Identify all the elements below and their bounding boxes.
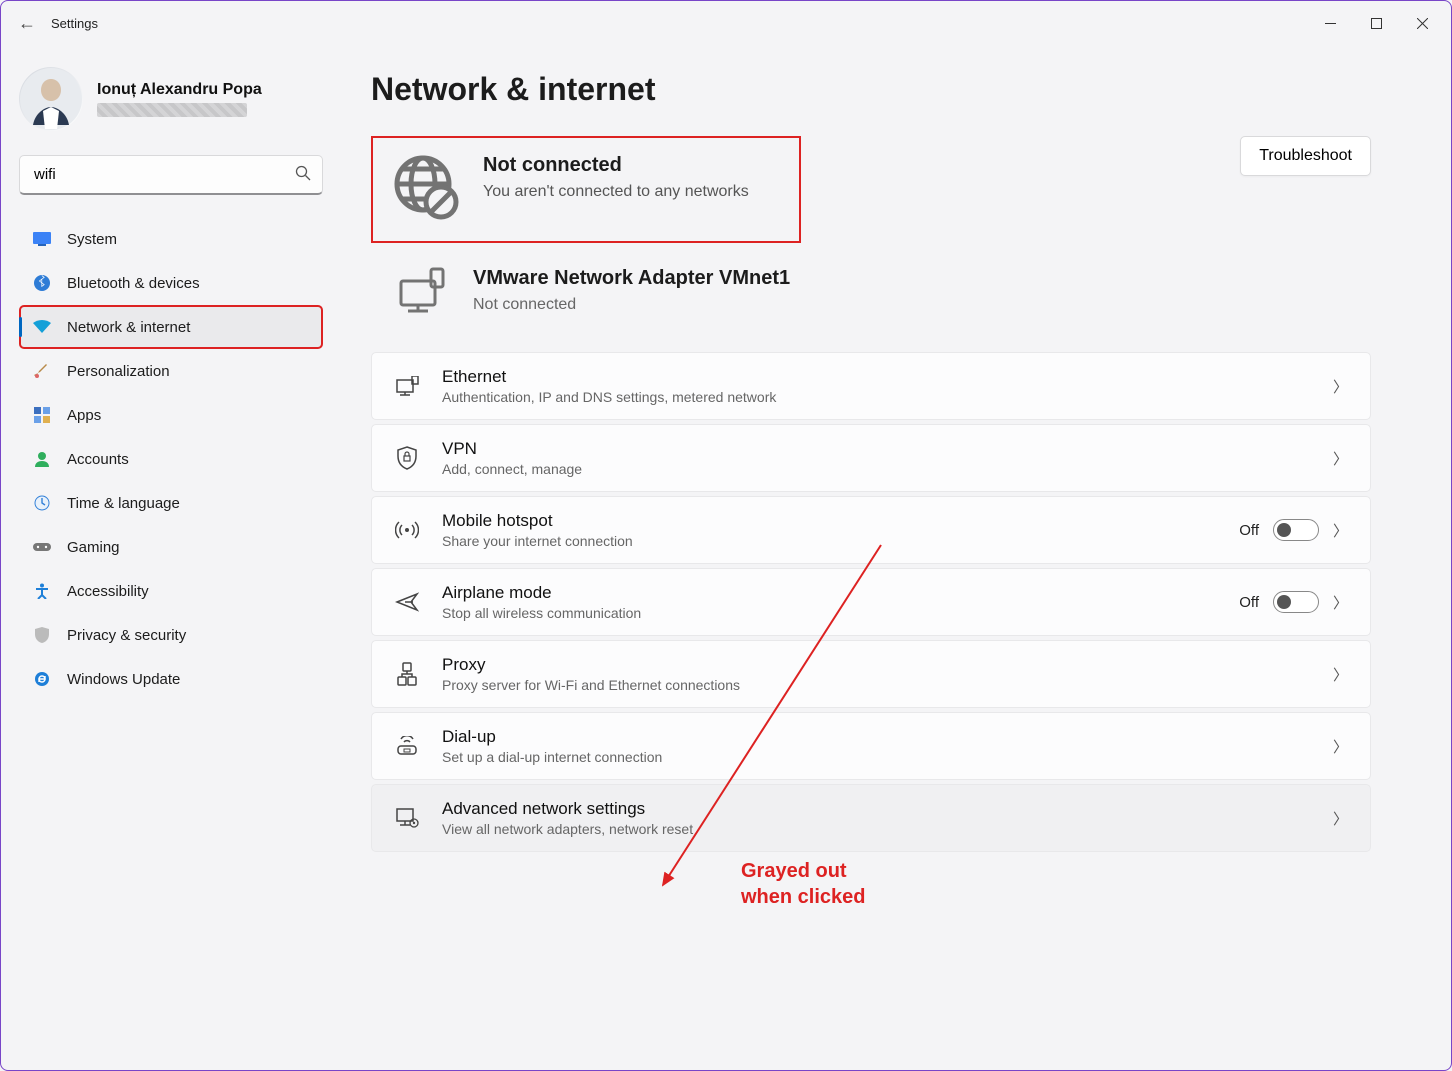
profile-email-redacted bbox=[97, 103, 247, 117]
chevron-right-icon: 〉 bbox=[1333, 520, 1348, 541]
chevron-right-icon: 〉 bbox=[1333, 376, 1348, 397]
back-button[interactable]: ← bbox=[7, 13, 47, 34]
setting-vpn[interactable]: VPNAdd, connect, manage 〉 bbox=[371, 424, 1371, 492]
sidebar-item-label: Personalization bbox=[67, 363, 170, 380]
status-sub: You aren't connected to any networks bbox=[483, 183, 749, 201]
person-icon bbox=[33, 450, 51, 468]
chevron-right-icon: 〉 bbox=[1333, 592, 1348, 613]
sidebar-item-label: Network & internet bbox=[67, 319, 190, 336]
sidebar-item-privacy[interactable]: Privacy & security bbox=[19, 613, 323, 657]
setting-ethernet[interactable]: EthernetAuthentication, IP and DNS setti… bbox=[371, 352, 1371, 420]
sidebar-item-label: Privacy & security bbox=[67, 627, 186, 644]
connection-status-card: Not connected You aren't connected to an… bbox=[371, 136, 801, 243]
setting-advanced-network[interactable]: Advanced network settingsView all networ… bbox=[371, 784, 1371, 852]
sidebar-item-label: Accounts bbox=[67, 451, 129, 468]
sidebar-item-label: System bbox=[67, 231, 117, 248]
shield-icon bbox=[33, 626, 51, 644]
adapter-icon bbox=[393, 267, 449, 322]
brush-icon bbox=[33, 362, 51, 380]
profile-block[interactable]: Ionuț Alexandru Popa bbox=[19, 67, 323, 131]
sidebar-nav: System Bluetooth & devices Network & int… bbox=[19, 217, 323, 701]
page-title: Network & internet bbox=[371, 71, 1371, 108]
adapter-card[interactable]: VMware Network Adapter VMnet1 Not connec… bbox=[371, 257, 1371, 352]
sidebar-item-label: Gaming bbox=[67, 539, 120, 556]
maximize-button[interactable] bbox=[1353, 8, 1399, 38]
sidebar-item-label: Bluetooth & devices bbox=[67, 275, 200, 292]
ethernet-icon bbox=[394, 376, 420, 396]
search-input[interactable] bbox=[19, 155, 323, 195]
dialup-icon bbox=[394, 736, 420, 756]
status-title: Not connected bbox=[483, 154, 749, 177]
search-icon bbox=[295, 165, 311, 186]
airplane-icon bbox=[394, 591, 420, 613]
minimize-button[interactable] bbox=[1307, 8, 1353, 38]
profile-name: Ionuț Alexandru Popa bbox=[97, 81, 262, 99]
chevron-right-icon: 〉 bbox=[1333, 736, 1348, 757]
setting-dialup[interactable]: Dial-upSet up a dial-up internet connect… bbox=[371, 712, 1371, 780]
setting-airplane-mode[interactable]: Airplane modeStop all wireless communica… bbox=[371, 568, 1371, 636]
sidebar-item-windows-update[interactable]: Windows Update bbox=[19, 657, 323, 701]
computer-cog-icon bbox=[394, 807, 420, 829]
clock-globe-icon bbox=[33, 494, 51, 512]
search-box[interactable] bbox=[19, 155, 323, 195]
hotspot-toggle[interactable] bbox=[1273, 519, 1319, 541]
adapter-sub: Not connected bbox=[473, 296, 790, 314]
sidebar-item-label: Apps bbox=[67, 407, 101, 424]
setting-proxy[interactable]: ProxyProxy server for Wi-Fi and Ethernet… bbox=[371, 640, 1371, 708]
proxy-icon bbox=[394, 662, 420, 686]
sidebar-item-label: Time & language bbox=[67, 495, 180, 512]
sidebar-item-label: Accessibility bbox=[67, 583, 149, 600]
sidebar-item-time-language[interactable]: Time & language bbox=[19, 481, 323, 525]
sidebar-item-personalization[interactable]: Personalization bbox=[19, 349, 323, 393]
troubleshoot-button[interactable]: Troubleshoot bbox=[1240, 136, 1371, 176]
accessibility-icon bbox=[33, 582, 51, 600]
toggle-label: Off bbox=[1239, 522, 1259, 539]
globe-blocked-icon bbox=[393, 154, 459, 225]
chevron-right-icon: 〉 bbox=[1333, 808, 1348, 829]
sidebar-item-bluetooth[interactable]: Bluetooth & devices bbox=[19, 261, 323, 305]
gamepad-icon bbox=[33, 538, 51, 556]
annotation-text: Grayed outwhen clicked bbox=[741, 858, 866, 910]
update-icon bbox=[33, 670, 51, 688]
adapter-title: VMware Network Adapter VMnet1 bbox=[473, 267, 790, 290]
bluetooth-icon bbox=[33, 274, 51, 292]
avatar bbox=[19, 67, 83, 131]
shield-lock-icon bbox=[394, 446, 420, 470]
window-title: Settings bbox=[47, 16, 98, 31]
hotspot-icon bbox=[394, 520, 420, 540]
wifi-icon bbox=[33, 318, 51, 336]
toggle-label: Off bbox=[1239, 594, 1259, 611]
sidebar-item-label: Windows Update bbox=[67, 671, 180, 688]
sidebar-item-accessibility[interactable]: Accessibility bbox=[19, 569, 323, 613]
sidebar-item-accounts[interactable]: Accounts bbox=[19, 437, 323, 481]
sidebar-item-network[interactable]: Network & internet bbox=[19, 305, 323, 349]
sidebar-item-system[interactable]: System bbox=[19, 217, 323, 261]
sidebar-item-apps[interactable]: Apps bbox=[19, 393, 323, 437]
chevron-right-icon: 〉 bbox=[1333, 448, 1348, 469]
airplane-toggle[interactable] bbox=[1273, 591, 1319, 613]
sidebar-item-gaming[interactable]: Gaming bbox=[19, 525, 323, 569]
display-icon bbox=[33, 230, 51, 248]
close-button[interactable] bbox=[1399, 8, 1445, 38]
chevron-right-icon: 〉 bbox=[1333, 664, 1348, 685]
setting-mobile-hotspot[interactable]: Mobile hotspotShare your internet connec… bbox=[371, 496, 1371, 564]
apps-icon bbox=[33, 406, 51, 424]
